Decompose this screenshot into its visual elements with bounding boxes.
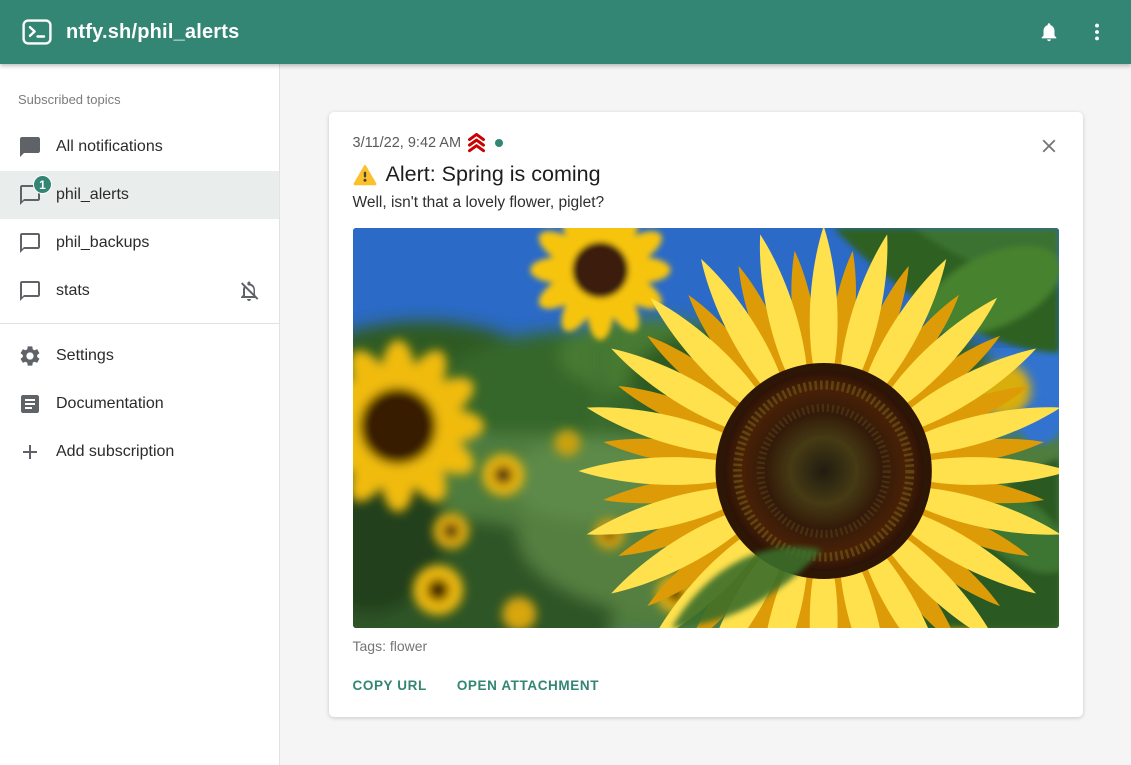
subscribed-topics-label: Subscribed topics [0,76,279,123]
notifications-button[interactable] [1029,12,1069,52]
open-attachment-button[interactable]: OPEN ATTACHMENT [457,678,599,693]
sidebar-item-all-notifications[interactable]: All notifications [0,123,279,171]
sidebar-item-label: Settings [56,347,114,365]
main-content: 3/11/22, 9:42 AM [280,64,1131,765]
plus-icon [18,440,42,464]
notification-title-row: Alert: Spring is coming [353,162,1059,187]
chat-bubble-outline-icon [18,231,42,255]
gear-icon [18,344,42,368]
notification-title: Alert: Spring is coming [386,162,601,187]
notification-date: 3/11/22, 9:42 AM [353,135,462,151]
page-body: Subscribed topics All notifications 1 ph… [0,64,1131,765]
notification-tags: Tags: flower [353,638,1059,654]
sidebar-item-label: Add subscription [56,443,174,461]
chat-bubble-filled-icon [18,135,42,159]
copy-url-button[interactable]: COPY URL [353,678,427,693]
app-bar: ntfy.sh/phil_alerts [0,0,1131,64]
sidebar-item-label: phil_alerts [56,186,129,204]
sidebar-divider [0,323,279,324]
overflow-menu-button[interactable] [1077,12,1117,52]
notification-card: 3/11/22, 9:42 AM [329,112,1083,717]
sidebar-item-label: Documentation [56,395,164,413]
sidebar-item-phil-alerts[interactable]: 1 phil_alerts [0,171,279,219]
warning-triangle-icon [353,163,377,187]
sidebar-item-label: phil_backups [56,234,149,252]
page-title: ntfy.sh/phil_alerts [66,21,1029,44]
sidebar: Subscribed topics All notifications 1 ph… [0,64,280,765]
sidebar-item-label: stats [56,282,90,300]
article-icon [18,392,42,416]
priority-high-icon [466,132,487,153]
kebab-menu-icon [1086,21,1108,43]
unread-count-badge: 1 [33,175,52,194]
sidebar-item-documentation[interactable]: Documentation [0,380,279,428]
close-icon [1038,135,1060,157]
close-notification-button[interactable] [1031,128,1067,164]
bell-icon [1038,21,1060,43]
sidebar-item-label: All notifications [56,138,163,156]
attachment-image-sunflowers[interactable] [353,228,1059,628]
notification-actions: COPY URL OPEN ATTACHMENT [353,678,1059,699]
chat-bubble-outline-icon [18,279,42,303]
chat-bubble-outline-icon: 1 [18,183,42,207]
unread-dot [495,139,503,147]
sidebar-item-settings[interactable]: Settings [0,332,279,380]
notification-message: Well, isn't that a lovely flower, piglet… [353,194,1059,212]
sidebar-item-phil-backups[interactable]: phil_backups [0,219,279,267]
notification-meta-row: 3/11/22, 9:42 AM [353,132,1059,153]
sidebar-item-add-subscription[interactable]: Add subscription [0,428,279,476]
bell-off-icon [237,279,261,303]
terminal-logo-icon [22,18,52,46]
sidebar-item-stats[interactable]: stats [0,267,279,315]
